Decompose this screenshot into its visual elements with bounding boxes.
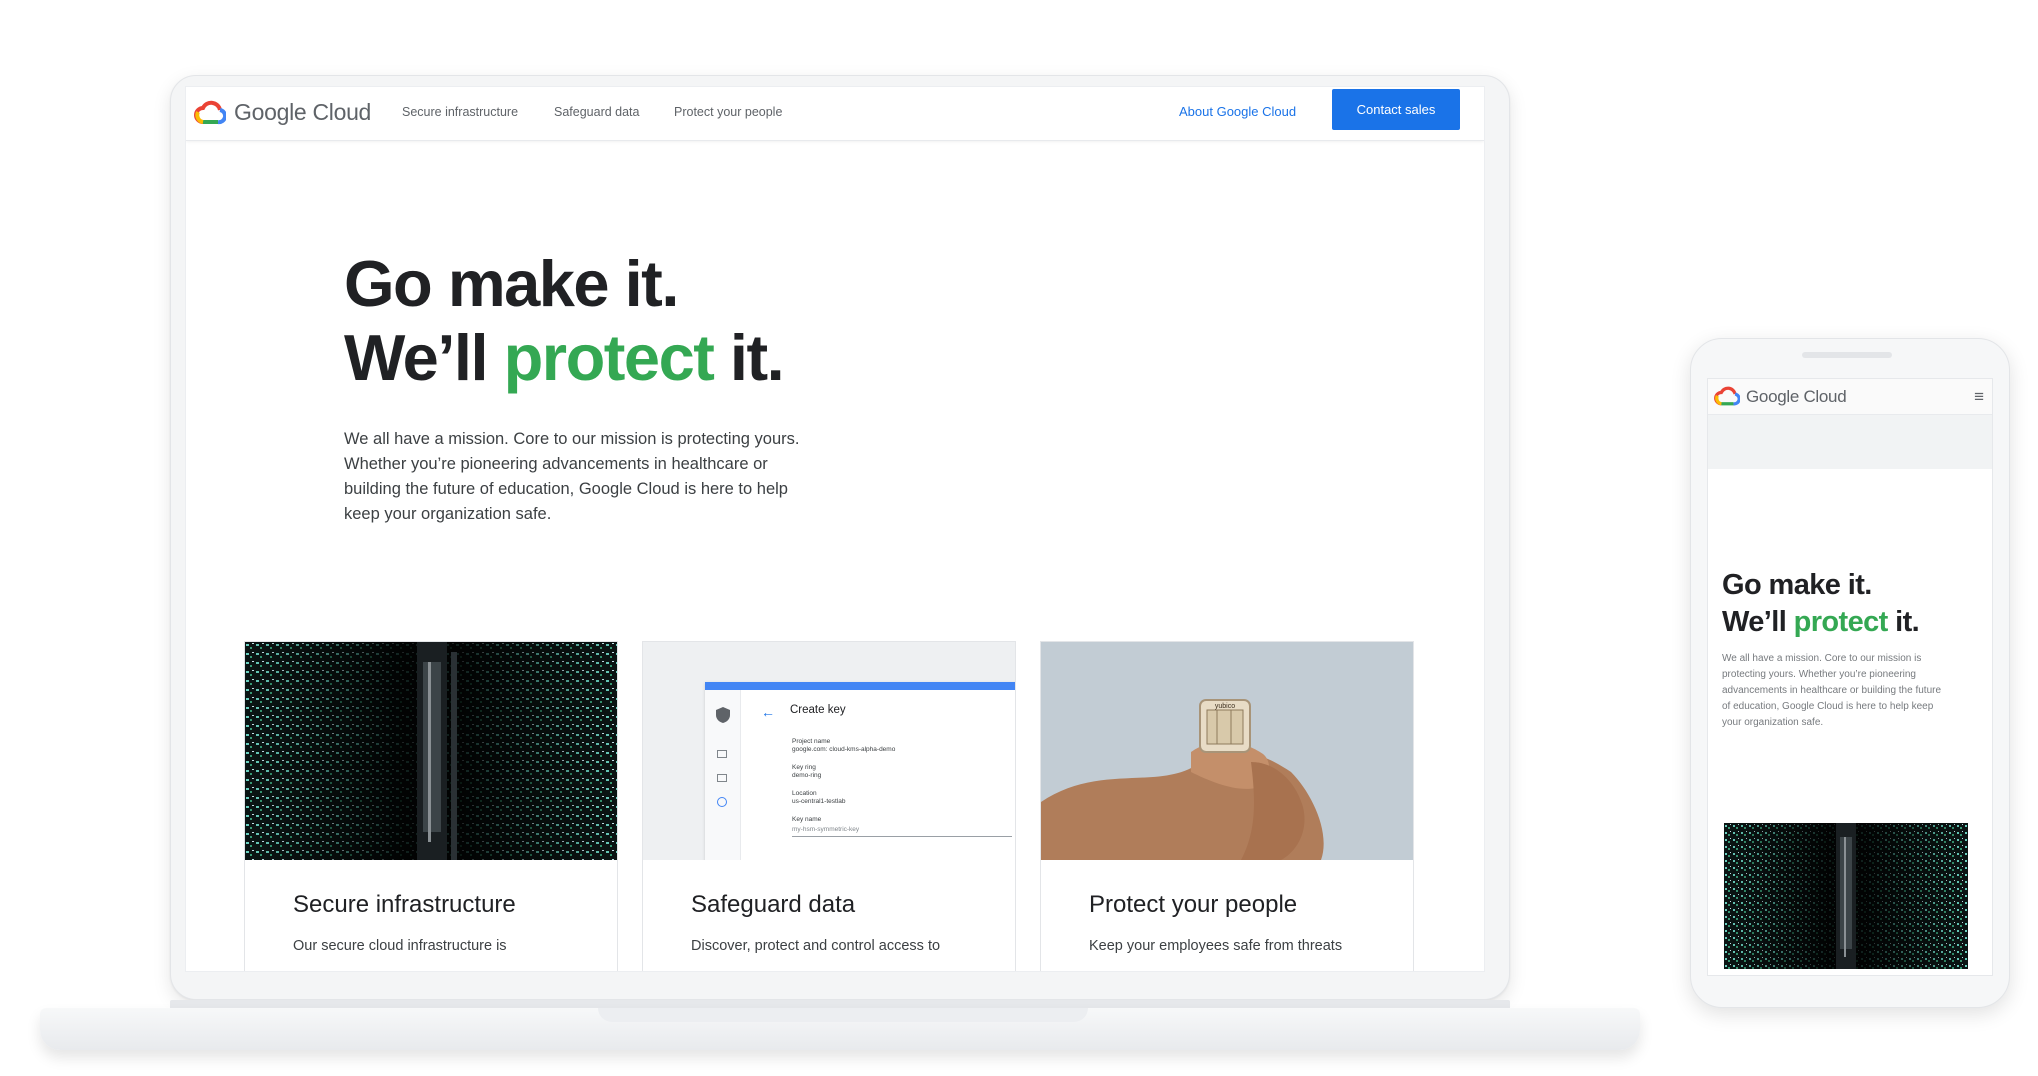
yubico-label: yubico	[1215, 703, 1235, 710]
contact-sales-button[interactable]: Contact sales	[1332, 89, 1460, 130]
mobile-brand-name: Google Cloud	[1746, 386, 1847, 406]
phone-speaker	[1802, 352, 1892, 358]
desktop-page: Google Cloud Secure infrastructure Safeg…	[185, 86, 1485, 972]
card-description: Keep your employees safe from threats	[1089, 938, 1343, 954]
mobile-brand-logo[interactable]: Google Cloud	[1714, 386, 1847, 407]
hero-headline: Go make it. We’ll protect it.	[344, 247, 785, 395]
mobile-data-center-image	[1724, 823, 1968, 969]
card-secure-infrastructure[interactable]: Secure infrastructure Our secure cloud i…	[244, 641, 618, 971]
hero-line-2-end: it.	[713, 321, 785, 394]
hamburger-menu-icon[interactable]: ≡	[1974, 387, 1984, 407]
card-protect-your-people[interactable]: yubico Protect your people Keep your emp…	[1040, 641, 1414, 971]
data-center-image	[245, 642, 617, 860]
mobile-header-band	[1708, 415, 1992, 469]
field-label: Key name	[792, 816, 822, 823]
google-cloud-logo-icon	[194, 100, 226, 124]
key-name-input[interactable]: my-hsm-symmetric-key	[792, 824, 1012, 837]
mobile-hero-line-2-start: We’ll	[1722, 606, 1794, 638]
security-key-image: yubico	[1041, 642, 1413, 860]
hero-line-1: Go make it.	[344, 247, 679, 320]
mobile-nav: Google Cloud ≡	[1708, 379, 1992, 415]
card-title: Safeguard data	[691, 891, 856, 918]
brand-logo[interactable]: Google Cloud	[194, 99, 371, 126]
card-description: Discover, protect and control access to	[691, 938, 941, 954]
back-arrow-icon[interactable]: ←	[761, 704, 775, 720]
create-key-title: Create key	[790, 704, 846, 716]
nav-link-protect-your-people[interactable]: Protect your people	[674, 105, 782, 119]
hero-description: We all have a mission. Core to our missi…	[344, 430, 800, 523]
console-sidebar	[705, 690, 741, 860]
mobile-page: Google Cloud ≡ Go make it. We’ll protect…	[1707, 378, 1993, 976]
nav-link-secure-infrastructure[interactable]: Secure infrastructure	[402, 105, 518, 119]
create-key-screenshot: ← Create key Project name google.com: cl…	[643, 642, 1015, 860]
field-value: us-central1-testlab	[792, 798, 846, 805]
nav-link-safeguard-data[interactable]: Safeguard data	[554, 105, 640, 119]
field-value: demo-ring	[792, 772, 822, 779]
card-safeguard-data[interactable]: ← Create key Project name google.com: cl…	[642, 641, 1016, 971]
field-label: Location	[792, 790, 817, 797]
about-google-cloud-link[interactable]: About Google Cloud	[1179, 104, 1296, 119]
mobile-hero-highlight-word: protect	[1793, 606, 1889, 638]
card-title: Protect your people	[1089, 891, 1298, 918]
mobile-hero-line-1: Go make it.	[1722, 569, 1872, 601]
mobile-hero-line-2-end: it.	[1887, 606, 1920, 638]
create-key-panel: ← Create key Project name google.com: cl…	[705, 682, 1015, 860]
desktop-nav: Google Cloud Secure infrastructure Safeg…	[186, 87, 1484, 141]
key-form-fields: Project name google.com: cloud-kms-alpha…	[792, 738, 1012, 837]
mobile-hero-headline: Go make it. We’ll protect it.	[1722, 567, 1920, 641]
card-description: Our secure cloud infrastructure is	[293, 938, 507, 954]
field-label: Key ring	[792, 764, 816, 771]
hero-highlight-word: protect	[503, 321, 715, 394]
field-value: google.com: cloud-kms-alpha-demo	[792, 746, 896, 753]
field-label: Project name	[792, 738, 831, 745]
mobile-hero-description: We all have a mission. Core to our missi…	[1722, 653, 1942, 728]
card-title: Secure infrastructure	[293, 891, 516, 918]
hero-line-2-start: We’ll	[344, 321, 504, 394]
google-cloud-logo-icon	[1714, 386, 1740, 406]
shield-icon	[716, 707, 730, 723]
laptop-notch	[598, 1008, 1088, 1022]
brand-name: Google Cloud	[234, 99, 372, 125]
